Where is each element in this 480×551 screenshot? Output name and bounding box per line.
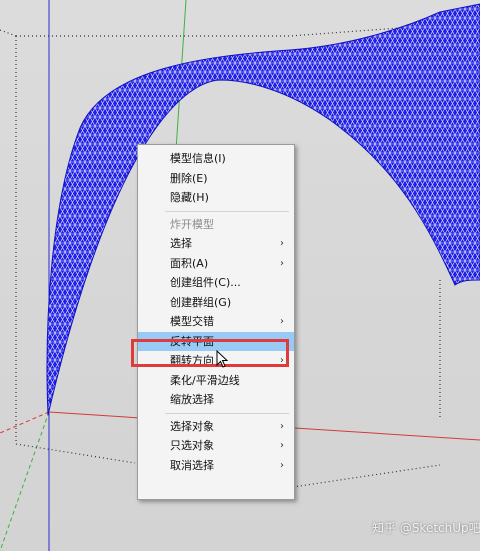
menu-item-label: 柔化/平滑边线 [170,373,240,387]
menu-item-5[interactable]: 选择 › [138,234,294,253]
menu-item-label: 只选对象 [170,439,214,452]
submenu-arrow-icon: › [280,316,284,327]
submenu-arrow-icon: › [280,257,284,269]
menu-item-17[interactable]: 取消选择 › [138,456,294,475]
menu-item-label: 模型交错 [170,315,214,328]
menu-item-label: 面积(A) [170,256,209,270]
callout-highlight-box [131,339,289,367]
sketchup-viewport[interactable]: 模型信息(I) 删除(E) 隐藏(H) 炸开模型选择 › 面积(A) › 创建组件(C)...… [0,0,480,551]
red-axis-negative [0,411,50,434]
menu-item-16[interactable]: 只选对象 › [138,436,294,455]
menu-item-label: 创建组件(C)... [170,276,241,289]
watermark: 知乎 @SketchUp吧 [372,521,480,535]
mouse-cursor-icon [216,350,229,368]
menu-item-label: 选择 [170,237,192,250]
submenu-arrow-icon: › [280,440,284,451]
menu-item-label: 取消选择 [170,458,214,472]
menu-item-4: 炸开模型 [138,215,294,234]
menu-item-15[interactable]: 选择对象 › [138,417,294,436]
menu-item-label: 炸开模型 [170,217,214,231]
menu-item-label: 模型信息(I) [170,152,226,165]
submenu-arrow-icon: › [280,459,284,471]
menu-item-1[interactable]: 删除(E) [138,169,294,188]
menu-item-6[interactable]: 面积(A) › [138,254,294,273]
menu-item-label: 缩放选择 [170,393,214,406]
menu-item-7[interactable]: 创建组件(C)... [138,273,294,292]
submenu-arrow-icon: › [280,238,284,249]
context-menu: 模型信息(I) 删除(E) 隐藏(H) 炸开模型选择 › 面积(A) › 创建组件(C)...… [137,144,295,500]
menu-item-0[interactable]: 模型信息(I) [138,149,294,168]
menu-item-8[interactable]: 创建群组(G) [138,293,294,312]
menu-item-2[interactable]: 隐藏(H) [138,188,294,207]
green-axis-negative [0,411,50,551]
menu-item-label: 选择对象 [170,419,214,433]
menu-item-12[interactable]: 柔化/平滑边线 [138,371,294,390]
menu-item-13[interactable]: 缩放选择 [138,390,294,409]
menu-separator [165,412,289,414]
menu-separator [165,210,289,212]
menu-item-label: 隐藏(H) [170,191,209,204]
submenu-arrow-icon: › [280,420,284,432]
menu-item-9[interactable]: 模型交错 › [138,312,294,331]
menu-item-label: 删除(E) [170,171,208,185]
menu-item-label: 创建群组(G) [170,295,232,309]
